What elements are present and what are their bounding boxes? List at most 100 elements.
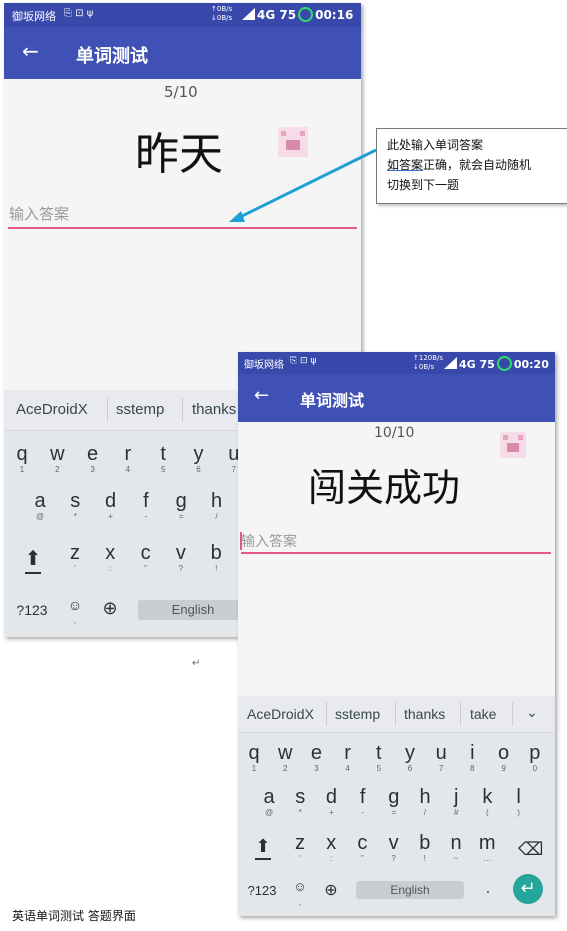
key-z[interactable]: z ' [289, 832, 311, 864]
key-j[interactable]: j # [445, 786, 467, 818]
status-right: 4G 75 00:16 [242, 7, 353, 22]
key-v[interactable]: v? [383, 832, 405, 864]
soft-keyboard: AceDroidX sstemp thanks take ⌄ q1 w2 e3 r4 t… [238, 696, 555, 916]
key-t[interactable]: t5 [368, 742, 390, 774]
key-s[interactable]: s * [63, 490, 87, 522]
key-e[interactable]: e3 [305, 742, 327, 774]
key-u[interactable]: u7 [430, 742, 452, 774]
carrier-label: 御坂网络 [244, 360, 284, 371]
space-key[interactable]: English [356, 881, 464, 899]
annotation-callout: 此处输入单词答案 如答案正确，就会自动随机 切换到下一题 [376, 128, 567, 204]
shift-icon[interactable]: ⬆ [250, 836, 276, 860]
net-speed-up: ↑0B/s [211, 5, 233, 13]
question-progress: 10/10 [374, 425, 415, 441]
answer-input[interactable]: 输入答案 [241, 531, 297, 551]
key-k[interactable]: k( [476, 786, 498, 818]
back-arrow-icon[interactable]: ← [254, 385, 269, 406]
page-title: 单词测试 [76, 46, 148, 67]
suggestion-item[interactable]: take [470, 706, 496, 722]
key-x[interactable]: x: [98, 542, 122, 574]
clock: 00:20 [513, 358, 549, 371]
answer-input[interactable]: 输入答案 [9, 203, 69, 224]
network-label: 4G [459, 358, 476, 371]
key-y[interactable]: y6 [399, 742, 421, 774]
key-w[interactable]: w2 [274, 742, 296, 774]
net-speed-up: ↑120B/s [413, 354, 444, 362]
carrier-label: 御坂网络 [12, 10, 56, 23]
key-i[interactable]: i8 [461, 742, 483, 774]
key-p[interactable]: p0 [524, 742, 546, 774]
key-w[interactable]: w2 [45, 443, 69, 475]
result-message: 闯关成功 [308, 466, 461, 510]
key-c[interactable]: c " [351, 832, 373, 864]
callout-line-1: 此处输入单词答案 [387, 138, 484, 152]
suggestion-item[interactable]: sstemp [335, 706, 380, 722]
signal-icon [242, 8, 255, 20]
key-v[interactable]: v? [169, 542, 193, 574]
text-cursor [240, 532, 242, 550]
status-bar: 御坂网络 ⎘ ⊡ ψ ↑0B/s ↓0B/s 4G 75 00:16 [4, 3, 361, 27]
battery-level: 75 [479, 358, 495, 371]
key-d[interactable]: d + [320, 786, 342, 818]
key-b[interactable]: b! [204, 542, 228, 574]
key-h[interactable]: h / [414, 786, 436, 818]
net-speed-down: ↓0B/s [211, 14, 233, 22]
key-c[interactable]: c " [134, 542, 158, 574]
symbols-key[interactable]: ?123 [244, 883, 280, 898]
chevron-down-icon[interactable]: ⌄ [526, 704, 538, 721]
key-b[interactable]: b! [414, 832, 436, 864]
back-arrow-icon[interactable]: ← [22, 39, 39, 63]
key-r[interactable]: r4 [116, 443, 140, 475]
enter-key[interactable]: ↵ [513, 874, 543, 904]
key-m[interactable]: m… [476, 832, 498, 864]
space-key[interactable]: English [138, 600, 248, 620]
battery-icon [496, 356, 512, 371]
pixel-face-icon [278, 127, 308, 157]
key-n[interactable]: n ~ [445, 832, 467, 864]
key-e[interactable]: e3 [81, 443, 105, 475]
shift-icon[interactable]: ⬆ [20, 546, 46, 574]
key-a[interactable]: a @ [258, 786, 280, 818]
key-o[interactable]: o9 [493, 742, 515, 774]
key-y[interactable]: y6 [187, 443, 211, 475]
key-a[interactable]: a @ [28, 490, 52, 522]
key-d[interactable]: d + [99, 490, 123, 522]
figure-caption: 英语单词测试 答题界面 [12, 909, 136, 923]
symbols-key[interactable]: ?123 [14, 602, 50, 618]
emoji-key[interactable]: ☺, [64, 594, 86, 626]
key-r[interactable]: r4 [337, 742, 359, 774]
suggestion-item[interactable]: AceDroidX [16, 401, 88, 418]
callout-line-2: 如答案正确，就会自动随机 [387, 158, 532, 172]
callout-line-3: 切换到下一题 [387, 178, 460, 192]
key-g[interactable]: g = [383, 786, 405, 818]
key-q[interactable]: q1 [243, 742, 265, 774]
emoji-key[interactable]: ☺, [290, 876, 310, 908]
suggestion-item[interactable]: sstemp [116, 401, 164, 418]
key-t[interactable]: t5 [151, 443, 175, 475]
suggestion-item[interactable]: thanks [192, 401, 236, 418]
key-q[interactable]: q1 [10, 443, 34, 475]
key-z[interactable]: z ' [63, 542, 87, 574]
clock: 00:16 [315, 8, 354, 22]
status-icons: ⎘ ⊡ ψ [64, 8, 94, 19]
key-f[interactable]: f- [352, 786, 374, 818]
globe-icon[interactable]: ⊕ [98, 598, 122, 619]
status-icons: ⎘ ⊡ ψ [290, 356, 317, 366]
suggestion-item[interactable]: thanks [404, 706, 445, 722]
key-x[interactable]: x: [320, 832, 342, 864]
suggestion-item[interactable]: AceDroidX [247, 706, 314, 722]
key-f[interactable]: f- [134, 490, 158, 522]
app-bar: ← 单词测试 [4, 27, 361, 79]
status-bar: 御坂网络 ⎘ ⊡ ψ ↑120B/s ↓0B/s 4G 75 00:20 [238, 352, 555, 374]
backspace-icon[interactable]: ⌫ [518, 839, 543, 860]
key-h[interactable]: h / [205, 490, 229, 522]
period-key[interactable]: . [481, 880, 495, 898]
key-s[interactable]: s * [289, 786, 311, 818]
network-label: 4G [257, 8, 276, 22]
pixel-face-icon [500, 432, 526, 458]
battery-icon [298, 7, 314, 22]
globe-icon[interactable]: ⊕ [320, 880, 342, 900]
signal-icon [444, 357, 457, 369]
key-l[interactable]: l) [508, 786, 530, 818]
key-g[interactable]: g = [169, 490, 193, 522]
